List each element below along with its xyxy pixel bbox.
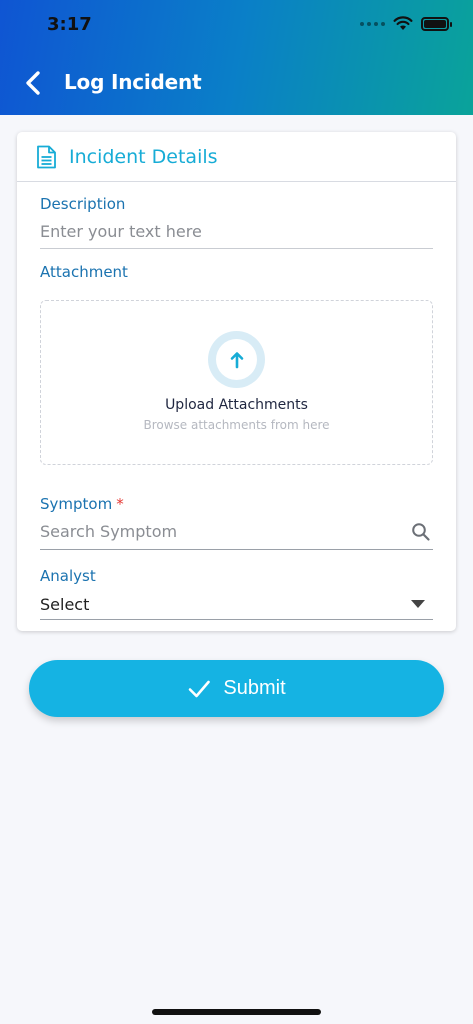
symptom-underline bbox=[40, 549, 433, 550]
card-header: Incident Details bbox=[17, 132, 456, 182]
upload-arrow-icon bbox=[230, 351, 243, 368]
upload-title: Upload Attachments bbox=[165, 397, 308, 413]
page-title: Log Incident bbox=[64, 70, 202, 94]
incident-details-card: Incident Details Description Enter your … bbox=[17, 132, 456, 631]
attachment-label: Attachment bbox=[40, 263, 128, 281]
signal-icon bbox=[360, 21, 385, 26]
upload-subtitle: Browse attachments from here bbox=[143, 418, 330, 432]
status-icons bbox=[360, 16, 452, 31]
analyst-label: Analyst bbox=[40, 567, 96, 585]
analyst-underline bbox=[40, 619, 433, 620]
description-label: Description bbox=[40, 195, 126, 213]
battery-icon bbox=[421, 16, 452, 31]
app-header: 3:17 Log Incident bbox=[0, 0, 473, 115]
status-time: 3:17 bbox=[47, 14, 92, 35]
upload-attachments-area[interactable]: Upload Attachments Browse attachments fr… bbox=[40, 300, 433, 465]
symptom-label-text: Symptom bbox=[40, 495, 113, 513]
document-icon bbox=[37, 145, 56, 168]
home-indicator[interactable] bbox=[152, 1009, 321, 1015]
upload-button[interactable] bbox=[208, 331, 265, 388]
required-mark: * bbox=[116, 495, 124, 513]
description-input[interactable]: Enter your text here bbox=[40, 222, 202, 241]
check-icon bbox=[189, 680, 211, 697]
description-underline bbox=[40, 248, 433, 249]
search-icon[interactable] bbox=[411, 522, 431, 542]
symptom-label: Symptom * bbox=[40, 495, 124, 513]
dropdown-arrow-icon[interactable] bbox=[411, 600, 425, 608]
submit-label: Submit bbox=[223, 677, 286, 699]
analyst-select[interactable]: Select bbox=[40, 595, 89, 614]
chevron-left-icon[interactable] bbox=[22, 70, 46, 96]
symptom-search-input[interactable]: Search Symptom bbox=[40, 522, 177, 541]
wifi-icon bbox=[393, 16, 413, 30]
card-title: Incident Details bbox=[69, 145, 218, 168]
submit-button[interactable]: Submit bbox=[29, 660, 444, 717]
